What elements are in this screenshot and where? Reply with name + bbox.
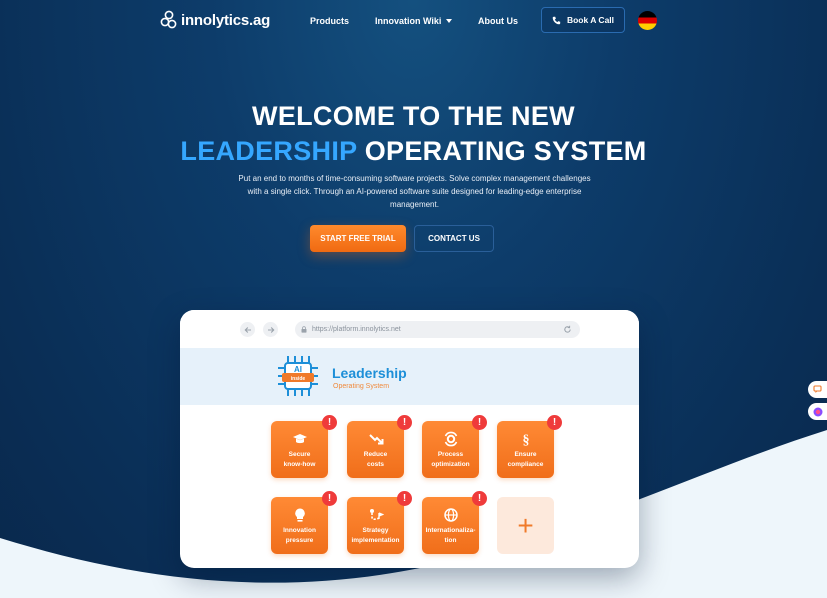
alert-badge: ! xyxy=(322,491,337,506)
phone-icon xyxy=(552,16,561,24)
chevron-down-icon xyxy=(446,19,453,23)
gear-process-icon xyxy=(444,431,457,447)
tile-label: Ensure xyxy=(514,451,537,458)
browser-toolbar: https://platform.innolytics.net xyxy=(180,310,639,348)
url-bar: https://platform.innolytics.net xyxy=(295,321,580,338)
tile-label: tion xyxy=(444,536,457,544)
back-arrow-icon xyxy=(240,322,255,337)
reload-icon xyxy=(564,325,571,333)
brand-logo[interactable]: innolytics.ag xyxy=(160,10,270,30)
hero-title-accent: LEADERSHIP xyxy=(180,136,357,166)
graduation-cap-icon xyxy=(292,434,307,444)
logo-text: innolytics.ag xyxy=(181,11,271,29)
paragraph-icon: § xyxy=(522,433,529,447)
contact-us-button[interactable]: CONTACT US xyxy=(414,225,494,252)
nav-innovation-wiki[interactable]: Innovation Wiki xyxy=(375,16,453,26)
url-text: https://platform.innolytics.net xyxy=(312,326,401,333)
side-widget-top[interactable] xyxy=(808,381,827,398)
tile-innovation-pressure[interactable]: Innovation pressure xyxy=(271,497,328,554)
svg-text:§: § xyxy=(522,433,529,447)
tile-strategy-implementation[interactable]: Strategy implementation xyxy=(347,497,404,554)
logo-mark-icon xyxy=(160,10,177,29)
globe-icon xyxy=(443,508,458,522)
tile-label: Innovation xyxy=(283,527,316,534)
app-header-band xyxy=(180,348,639,405)
tile-secure-know-how[interactable]: Secure know-how xyxy=(271,421,328,478)
app-subtitle: Operating System xyxy=(333,383,390,390)
forward-arrow-icon xyxy=(263,322,278,337)
alert-badge: ! xyxy=(472,491,487,506)
alert-badge: ! xyxy=(472,415,487,430)
hero-lead-text: Put an end to months of time-consuming s… xyxy=(238,174,591,209)
add-tile-button[interactable]: + xyxy=(497,497,554,554)
tile-label: implementation xyxy=(351,536,400,544)
tile-label: compliance xyxy=(507,460,544,468)
hero-title-line2: LEADERSHIP OPERATING SYSTEM xyxy=(0,136,827,167)
tile-reduce-costs[interactable]: Reduce costs xyxy=(347,421,404,478)
hero-title-line1: WELCOME TO THE NEW xyxy=(252,101,575,131)
start-free-trial-button[interactable]: START FREE TRIAL xyxy=(310,225,406,252)
ai-chip-icon: AI inside xyxy=(278,356,318,396)
app-title: Leadership xyxy=(332,365,407,381)
trend-down-icon xyxy=(368,434,383,445)
strategy-path-icon xyxy=(369,509,384,521)
nav-products[interactable]: Products xyxy=(310,16,349,26)
tile-internationalization[interactable]: Internationaliza- tion xyxy=(422,497,479,554)
side-widget-bottom[interactable] xyxy=(808,403,827,420)
nav-innovation-wiki-label: Innovation Wiki xyxy=(375,16,442,26)
tile-ensure-compliance[interactable]: § Ensure compliance xyxy=(497,421,554,478)
tile-label: optimization xyxy=(431,460,470,468)
tile-label: costs xyxy=(367,460,384,468)
chat-icon xyxy=(813,385,822,393)
tile-label: Internationaliza- xyxy=(425,527,476,534)
ai-badge-text: AI xyxy=(294,365,302,374)
tile-label: know-how xyxy=(283,460,316,468)
tile-label: Process xyxy=(437,451,464,458)
lock-icon xyxy=(301,326,307,333)
book-call-label: Book A Call xyxy=(566,15,615,25)
tile-label: pressure xyxy=(285,536,314,544)
alert-badge: ! xyxy=(397,491,412,506)
alert-badge: ! xyxy=(322,415,337,430)
ai-badge-subtext: inside xyxy=(291,376,306,382)
de-flag-icon[interactable] xyxy=(638,11,657,30)
tile-label: Reduce xyxy=(363,451,388,458)
tile-process-optimization[interactable]: Process optimization xyxy=(422,421,479,478)
book-call-button[interactable]: Book A Call xyxy=(541,7,625,33)
hero-title-rest: OPERATING SYSTEM xyxy=(356,136,647,166)
tile-label: Secure xyxy=(288,451,311,458)
browser-mockup: https://platform.innolytics.net AI insid… xyxy=(180,310,639,568)
alert-badge: ! xyxy=(397,415,412,430)
tile-label: Strategy xyxy=(362,527,389,534)
nav-about-us[interactable]: About Us xyxy=(478,16,518,26)
assistant-icon xyxy=(813,407,822,416)
lightbulb-icon xyxy=(294,508,305,522)
alert-badge: ! xyxy=(547,415,562,430)
